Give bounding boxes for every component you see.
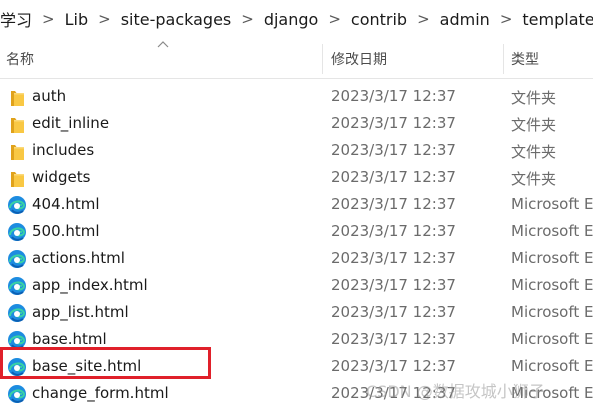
edge-html-icon <box>7 249 27 269</box>
file-list: auth 2023/3/17 12:37 文件夹 edit_inline 202… <box>0 83 593 407</box>
list-item[interactable]: 404.html 2023/3/17 12:37 Microsoft E <box>0 191 593 218</box>
file-date: 2023/3/17 12:37 <box>331 141 456 159</box>
list-item-highlighted[interactable]: base_site.html 2023/3/17 12:37 Microsoft… <box>0 353 593 380</box>
column-header: 名称 修改日期 类型 <box>0 40 593 79</box>
edge-html-icon <box>7 195 27 215</box>
file-name: edit_inline <box>32 114 110 132</box>
file-date: 2023/3/17 12:37 <box>331 249 456 267</box>
edge-html-icon <box>7 330 27 350</box>
chevron-right-icon[interactable]: > <box>35 10 62 28</box>
edge-html-icon <box>7 384 27 404</box>
column-divider[interactable] <box>322 44 323 74</box>
column-name-header[interactable]: 名称 <box>6 40 34 78</box>
file-type: Microsoft E <box>511 357 593 375</box>
file-type: Microsoft E <box>511 249 593 267</box>
column-divider[interactable] <box>503 44 504 74</box>
column-date-header[interactable]: 修改日期 <box>331 40 387 78</box>
file-date: 2023/3/17 12:37 <box>331 330 456 348</box>
file-date: 2023/3/17 12:37 <box>331 276 456 294</box>
sort-ascending-icon <box>157 41 169 48</box>
file-name: base_site.html <box>32 357 142 375</box>
file-name: actions.html <box>32 249 125 267</box>
list-item[interactable]: change_form.html 2023/3/17 12:37 Microso… <box>0 380 593 407</box>
breadcrumb: 学习 > Lib > site-packages > django > cont… <box>0 0 593 38</box>
file-type: Microsoft E <box>511 303 593 321</box>
file-date: 2023/3/17 12:37 <box>331 114 456 132</box>
file-date: 2023/3/17 12:37 <box>331 195 456 213</box>
chevron-right-icon[interactable]: > <box>410 10 437 28</box>
file-date: 2023/3/17 12:37 <box>331 384 456 402</box>
breadcrumb-item[interactable]: templates <box>519 10 593 29</box>
file-name: widgets <box>32 168 91 186</box>
chevron-right-icon[interactable]: > <box>321 10 348 28</box>
file-name: change_form.html <box>32 384 169 402</box>
chevron-right-icon[interactable]: > <box>493 10 520 28</box>
file-name: 500.html <box>32 222 100 240</box>
breadcrumb-item[interactable]: Lib <box>62 10 92 29</box>
list-item[interactable]: app_index.html 2023/3/17 12:37 Microsoft… <box>0 272 593 299</box>
file-type: 文件夹 <box>511 116 557 134</box>
chevron-right-icon[interactable]: > <box>234 10 261 28</box>
edge-html-icon <box>7 276 27 296</box>
folder-icon <box>11 91 24 106</box>
edge-html-icon <box>7 303 27 323</box>
file-name: app_index.html <box>32 276 148 294</box>
folder-icon <box>11 172 24 187</box>
list-item[interactable]: widgets 2023/3/17 12:37 文件夹 <box>0 164 593 191</box>
file-type: 文件夹 <box>511 170 557 188</box>
file-date: 2023/3/17 12:37 <box>331 303 456 321</box>
breadcrumb-item[interactable]: admin <box>437 10 493 29</box>
file-date: 2023/3/17 12:37 <box>331 357 456 375</box>
breadcrumb-item[interactable]: site-packages <box>118 10 235 29</box>
file-date: 2023/3/17 12:37 <box>331 222 456 240</box>
file-type: 文件夹 <box>511 143 557 161</box>
file-type: Microsoft E <box>511 330 593 348</box>
file-type: Microsoft E <box>511 384 593 402</box>
file-date: 2023/3/17 12:37 <box>331 168 456 186</box>
list-item[interactable]: includes 2023/3/17 12:37 文件夹 <box>0 137 593 164</box>
breadcrumb-item[interactable]: django <box>261 10 322 29</box>
file-name: auth <box>32 87 67 105</box>
edge-html-icon <box>7 222 27 242</box>
file-name: 404.html <box>32 195 100 213</box>
list-item[interactable]: 500.html 2023/3/17 12:37 Microsoft E <box>0 218 593 245</box>
chevron-right-icon[interactable]: > <box>91 10 118 28</box>
column-type-header[interactable]: 类型 <box>511 40 539 78</box>
edge-html-icon <box>7 357 27 377</box>
file-type: Microsoft E <box>511 195 593 213</box>
file-type: 文件夹 <box>511 89 557 107</box>
file-name: app_list.html <box>32 303 129 321</box>
breadcrumb-item[interactable]: contrib <box>348 10 410 29</box>
breadcrumb-item[interactable]: 学习 <box>0 7 35 31</box>
list-item[interactable]: auth 2023/3/17 12:37 文件夹 <box>0 83 593 110</box>
list-item[interactable]: actions.html 2023/3/17 12:37 Microsoft E <box>0 245 593 272</box>
file-type: Microsoft E <box>511 276 593 294</box>
file-type: Microsoft E <box>511 222 593 240</box>
list-item[interactable]: base.html 2023/3/17 12:37 Microsoft E <box>0 326 593 353</box>
folder-icon <box>11 145 24 160</box>
file-date: 2023/3/17 12:37 <box>331 87 456 105</box>
folder-icon <box>11 118 24 133</box>
list-item[interactable]: app_list.html 2023/3/17 12:37 Microsoft … <box>0 299 593 326</box>
list-item[interactable]: edit_inline 2023/3/17 12:37 文件夹 <box>0 110 593 137</box>
file-name: base.html <box>32 330 107 348</box>
file-name: includes <box>32 141 95 159</box>
